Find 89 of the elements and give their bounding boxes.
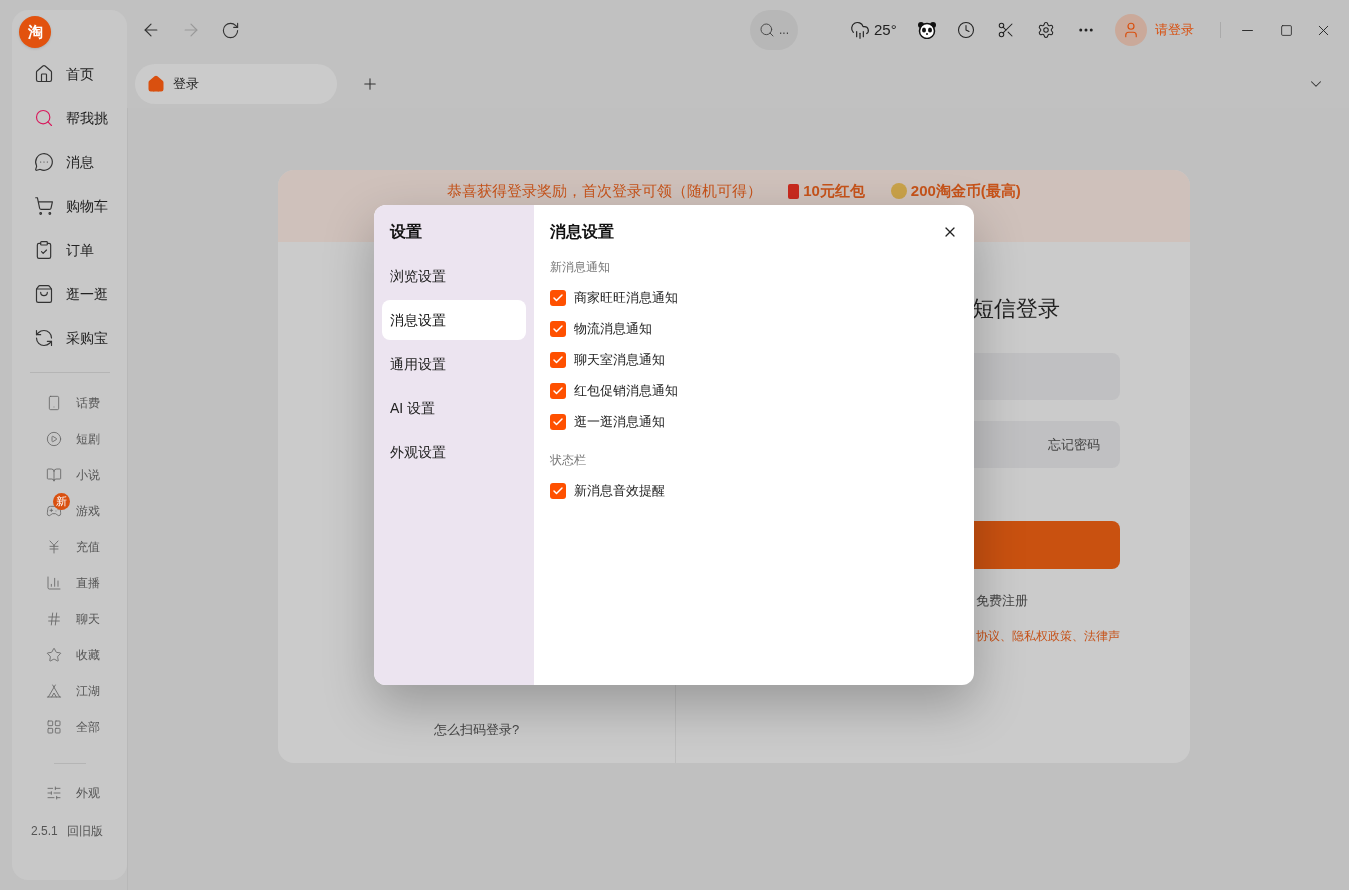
sidebar-item[interactable]: 新 游戏 (12, 493, 127, 529)
maximize-icon[interactable] (1279, 23, 1293, 37)
login-title: 短信登录 (972, 295, 1061, 323)
banner-text: 恭喜获得登录奖励，首次登录可领（随机可得） (447, 181, 763, 201)
new-badge: 新 (53, 493, 70, 510)
option-label: 聊天室消息通知 (574, 350, 665, 369)
sidebar-item[interactable]: 采购宝 (12, 316, 127, 360)
book-icon (46, 467, 62, 483)
forgot-password-link[interactable]: 忘记密码 (1048, 434, 1100, 455)
star-icon (46, 647, 62, 663)
check-icon (552, 484, 564, 497)
clipboard-icon (34, 240, 54, 260)
group-title: 新消息通知 (550, 259, 611, 276)
sidebar-item[interactable]: 江湖 (12, 673, 127, 709)
sidebar-item[interactable]: 购物车 (12, 184, 127, 228)
chart-icon (46, 575, 62, 591)
option-label: 红包促销消息通知 (574, 381, 678, 400)
option-label: 新消息音效提醒 (574, 481, 665, 500)
sidebar-item[interactable]: 消息 (12, 140, 127, 184)
settings-nav-item[interactable]: 消息设置 (382, 300, 526, 340)
settings-icon[interactable] (1036, 21, 1055, 39)
yen-icon (46, 539, 62, 555)
search-icon (34, 108, 54, 128)
sidebar-item[interactable]: 帮我挑 (12, 96, 127, 140)
cart-icon (34, 196, 54, 216)
sidebar-item[interactable]: 全部 (12, 709, 127, 745)
sidebar-item[interactable]: 直播 (12, 565, 127, 601)
tent-icon (46, 683, 62, 699)
panda-icon[interactable] (916, 21, 937, 39)
reward-label: 10元红包 (803, 181, 865, 201)
checkbox[interactable] (550, 289, 566, 306)
phone-icon (46, 395, 62, 411)
checkbox[interactable] (550, 482, 566, 499)
checkbox[interactable] (550, 413, 566, 430)
envelope-icon (788, 183, 800, 199)
check-icon (552, 322, 564, 335)
chat-bubble-icon (34, 152, 54, 172)
check-icon (552, 353, 564, 366)
clock-icon[interactable] (956, 21, 975, 39)
hash-icon (46, 611, 62, 627)
settings-nav-item[interactable]: 通用设置 (382, 344, 526, 384)
app-logo[interactable]: 淘 (19, 16, 51, 48)
search-icon (759, 22, 775, 38)
sidebar-item[interactable]: 外观 (12, 778, 127, 808)
option-label: 逛一逛消息通知 (574, 412, 665, 431)
section-title: 消息设置 (550, 222, 614, 242)
option-label: 商家旺旺消息通知 (574, 288, 678, 307)
home-icon (147, 75, 165, 93)
browser-tab[interactable]: 登录 (135, 64, 337, 104)
scissors-icon[interactable] (996, 21, 1015, 39)
sidebar-item[interactable]: 短剧 (12, 421, 127, 457)
checkbox[interactable] (550, 320, 566, 337)
settings-nav-item[interactable]: AI 设置 (382, 388, 526, 428)
play-icon (46, 431, 62, 447)
check-icon (552, 384, 564, 397)
sliders-icon (46, 785, 62, 801)
sidebar-item[interactable]: 逛一逛 (12, 272, 127, 316)
grid-icon (46, 719, 62, 735)
sidebar-item[interactable]: 话费 (12, 385, 127, 421)
reward-label: 200淘金币(最高) (910, 181, 1021, 201)
option-label: 物流消息通知 (574, 319, 652, 338)
sidebar-item[interactable]: 收藏 (12, 637, 127, 673)
temperature-label: 25° (874, 19, 897, 40)
settings-nav-item[interactable]: 浏览设置 (382, 256, 526, 296)
checkbox[interactable] (550, 351, 566, 368)
checkbox[interactable] (550, 382, 566, 399)
check-icon (552, 291, 564, 304)
new-tab-icon[interactable] (361, 75, 379, 93)
register-link[interactable]: 免费注册 (976, 591, 1120, 611)
coin-icon (890, 183, 907, 200)
sidebar-item[interactable]: 充值 (12, 529, 127, 565)
bag-icon (34, 284, 54, 304)
search-field[interactable]: ... (750, 10, 798, 50)
version-label: 2.5.1 (31, 823, 58, 840)
settings-nav-item[interactable]: 外观设置 (382, 432, 526, 472)
qr-help-link[interactable]: 怎么扫码登录? (433, 719, 520, 739)
sidebar-item[interactable]: 订单 (12, 228, 127, 272)
dialog-title: 设置 (388, 222, 423, 242)
refresh-icon (34, 328, 54, 348)
sidebar-item[interactable]: 首页 (12, 52, 127, 96)
home-icon (34, 64, 54, 84)
rain-cloud-icon (850, 20, 870, 40)
legacy-version-link[interactable]: 回旧版 (66, 822, 103, 840)
sidebar-item[interactable]: 聊天 (12, 601, 127, 637)
agreement-links[interactable]: 协议、隐私权政策、法律声 (976, 626, 1120, 645)
group-title: 状态栏 (550, 452, 587, 469)
check-icon (552, 415, 564, 428)
reload-icon[interactable] (221, 20, 240, 40)
sidebar-item[interactable]: 小说 (12, 457, 127, 493)
